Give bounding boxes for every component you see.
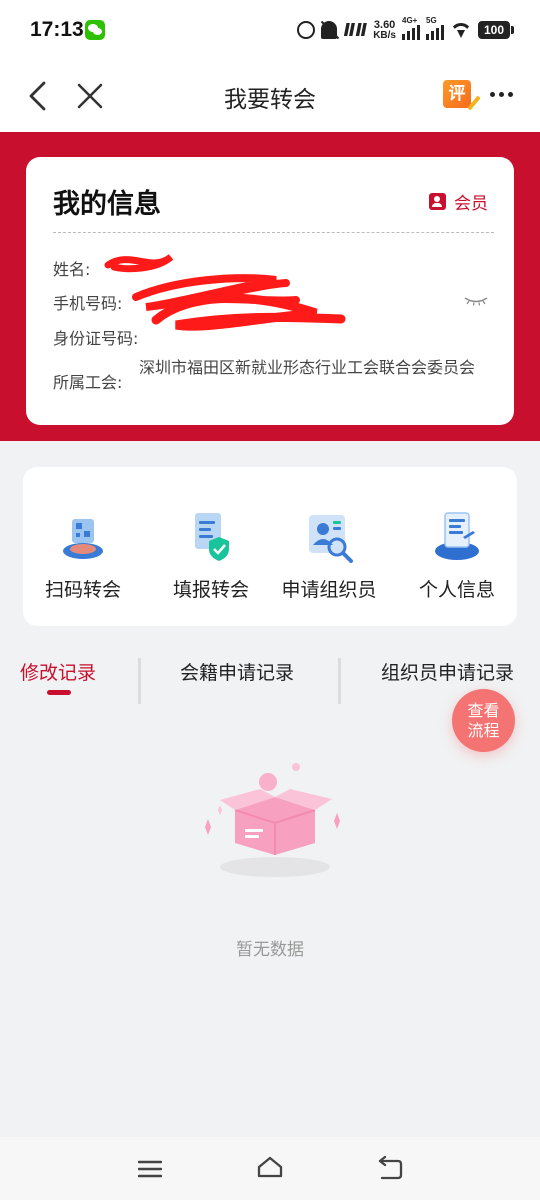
status-time: 17:13 — [30, 18, 84, 41]
network-speed: 3.60 KB/s — [373, 19, 396, 41]
function-item-form-transfer[interactable]: 填报转会 — [151, 507, 271, 602]
function-label: 个人信息 — [418, 579, 495, 601]
alarm-icon — [297, 21, 316, 39]
id-number-label: 身份证号码: — [53, 329, 139, 348]
menu-icon[interactable] — [138, 1159, 162, 1179]
form-shield-icon — [195, 513, 229, 561]
app-header: 我要转会 评 — [0, 60, 540, 132]
active-tab-indicator — [47, 690, 71, 695]
info-card-title: 我的信息 — [53, 189, 161, 220]
phone-label: 手机号码: — [53, 294, 123, 313]
union-label: 所属工会: — [53, 373, 123, 392]
home-icon[interactable] — [256, 1155, 284, 1179]
review-icon[interactable]: 评 — [443, 80, 471, 108]
view-process-button[interactable]: 查看 流程 — [452, 689, 515, 752]
empty-box-illustration — [205, 763, 340, 877]
wifi-icon — [450, 21, 472, 39]
mute-bell-icon — [321, 21, 338, 39]
signal-4g-label: 4G+ — [402, 16, 418, 25]
system-nav-bar — [0, 1137, 540, 1200]
function-label: 填报转会 — [172, 579, 249, 601]
signal-4g-icon: 4G+ — [402, 16, 420, 40]
divider — [53, 232, 494, 233]
member-icon — [429, 193, 446, 210]
function-grid-card: 扫码转会 填报转会 申请组织员 个人信息 — [23, 467, 517, 626]
signal-5g-icon: 5G — [426, 16, 444, 40]
wechat-notification-icon — [85, 20, 105, 40]
member-label: 会员 — [454, 194, 488, 214]
signal-5g-label: 5G — [426, 16, 437, 25]
view-process-line1: 查看 — [467, 701, 500, 720]
network-speed-unit: KB/s — [373, 29, 396, 41]
function-label: 申请组织员 — [281, 579, 377, 601]
status-icons: ⅡⅡ 3.60 KB/s 4G+ 5G 100 — [297, 16, 514, 44]
function-item-personal-info[interactable]: 个人信息 — [397, 507, 517, 602]
eye-closed-icon[interactable] — [464, 296, 488, 306]
name-label: 姓名: — [53, 260, 91, 279]
tab-organizer-records[interactable]: 组织员申请记录 — [381, 658, 514, 685]
tab-membership-records[interactable]: 会籍申请记录 — [180, 658, 294, 685]
system-back-icon[interactable] — [376, 1155, 404, 1181]
function-item-apply-organizer[interactable]: 申请组织员 — [269, 507, 389, 602]
my-info-card: 我的信息 会员 姓名: 手机号码: 身份证号码: 所属工会: 深圳市福田区新就业… — [26, 157, 514, 425]
function-label: 扫码转会 — [44, 579, 121, 601]
battery-icon: 100 — [478, 21, 514, 39]
scan-icon — [63, 519, 103, 559]
status-bar: 17:13 ⅡⅡ 3.60 KB/s 4G+ 5G 100 — [0, 0, 540, 60]
tab-divider — [338, 658, 341, 704]
union-value: 深圳市福田区新就业形态行业工会联合会委员会 — [139, 358, 476, 377]
nfc-icon: ⅡⅡ — [343, 19, 368, 41]
view-process-line2: 流程 — [467, 721, 500, 740]
tab-modify-records[interactable]: 修改记录 — [20, 658, 96, 685]
member-badge: 会员 — [429, 189, 488, 214]
profile-document-icon — [435, 512, 479, 560]
tab-divider — [138, 658, 141, 704]
empty-state-text: 暂无数据 — [236, 940, 304, 960]
function-item-scan-transfer[interactable]: 扫码转会 — [23, 507, 143, 602]
person-search-icon — [309, 515, 353, 563]
more-options-icon[interactable] — [490, 92, 513, 97]
